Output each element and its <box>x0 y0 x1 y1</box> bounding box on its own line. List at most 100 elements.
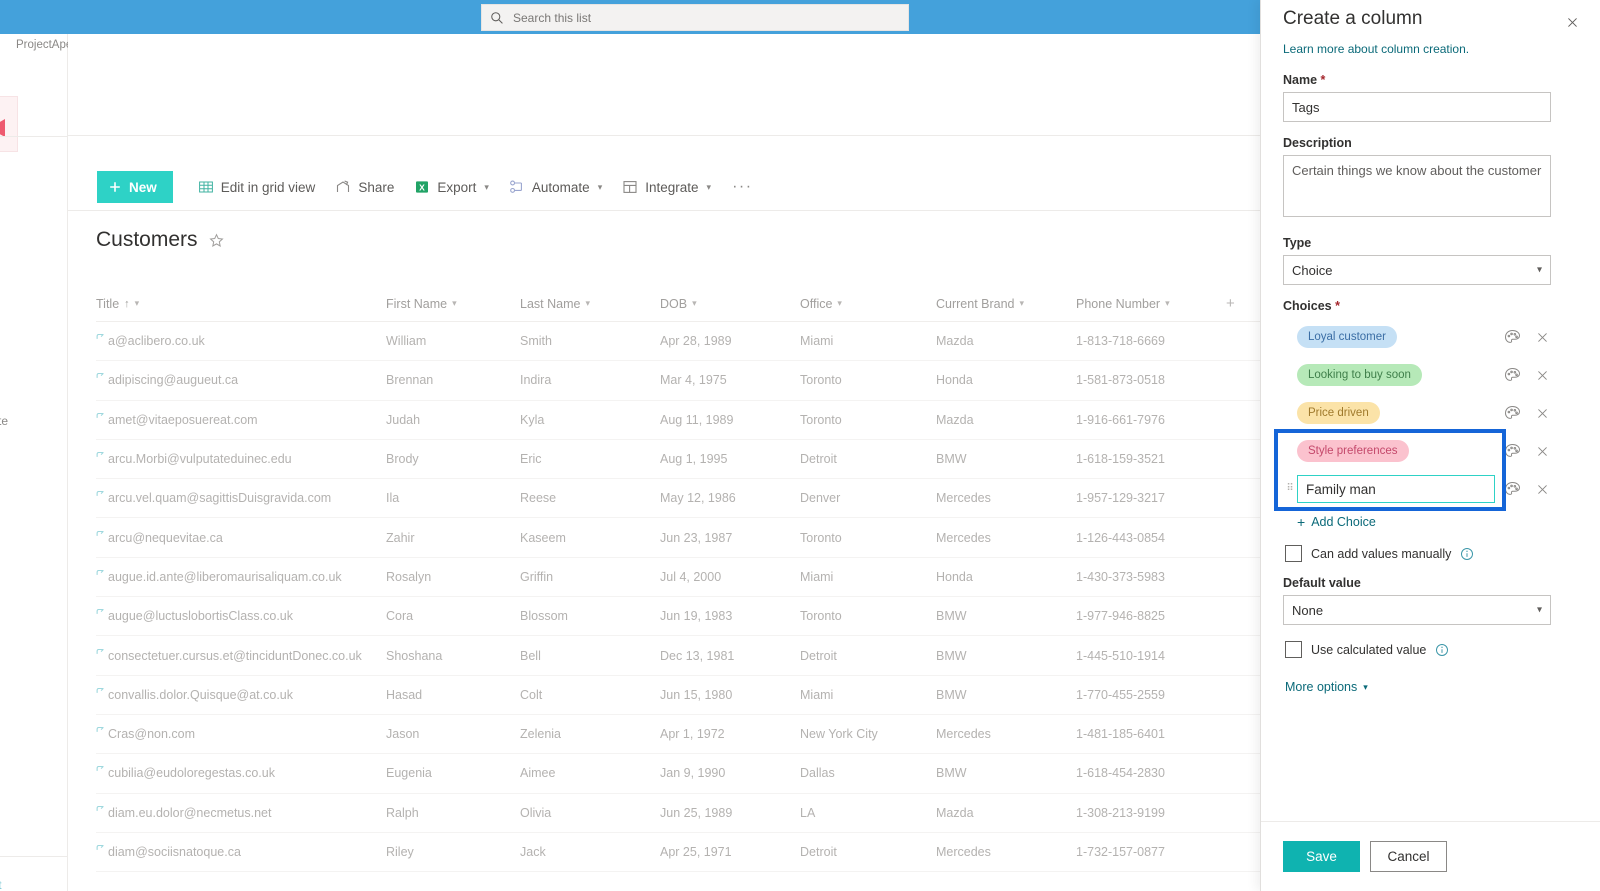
table-row[interactable]: arcu.vel.quam@sagittisDuisgravida.com Ila… <box>96 479 1276 519</box>
cell-dob: Jun 23, 1987 <box>660 530 733 545</box>
table-row[interactable]: a@aclibero.co.uk William Smith Apr 28, 1989… <box>96 322 1276 362</box>
choice-color-button[interactable] <box>1503 442 1521 460</box>
column-header-office[interactable]: Office ▾ <box>800 297 936 311</box>
choice-pill[interactable]: Price driven <box>1297 402 1380 424</box>
add-choice-button[interactable]: + Add Choice <box>1297 515 1551 529</box>
choice-color-button[interactable] <box>1503 404 1521 422</box>
choice-pill[interactable]: Loyal customer <box>1297 326 1397 348</box>
close-panel-button[interactable] <box>1558 8 1586 36</box>
cell-title[interactable]: adipiscing@augueut.ca <box>96 373 386 387</box>
choice-row[interactable]: ⠿Loyal customer <box>1283 318 1551 356</box>
choice-delete-button[interactable] <box>1533 404 1551 422</box>
choice-delete-button[interactable] <box>1533 366 1551 384</box>
cell-title[interactable]: a@aclibero.co.uk <box>96 334 386 348</box>
star-icon[interactable] <box>208 232 224 248</box>
choice-pill[interactable]: Style preferences <box>1297 440 1409 462</box>
cell-first-name: William <box>386 334 427 349</box>
choice-color-button[interactable] <box>1503 328 1521 346</box>
sidebar-item-template[interactable]: mplate <box>0 414 8 428</box>
info-icon[interactable] <box>1435 643 1449 657</box>
choice-pill[interactable]: Looking to buy soon <box>1297 364 1422 386</box>
column-header-first-name[interactable]: First Name ▾ <box>386 297 520 311</box>
choice-row[interactable]: ⠿ <box>1283 470 1551 508</box>
edit-in-grid-view-button[interactable]: Edit in grid view <box>189 170 325 204</box>
drag-handle-icon[interactable]: ⠿ <box>1283 484 1297 494</box>
cell-title[interactable]: augue@luctuslobortisClass.co.uk <box>96 609 386 623</box>
search-input[interactable] <box>511 9 900 26</box>
choice-row[interactable]: ⠿Looking to buy soon <box>1283 356 1551 394</box>
sidebar-item-clipped[interactable]: nt <box>0 880 2 891</box>
cell-title-text: consectetuer.cursus.et@tinciduntDonec.co… <box>108 648 362 663</box>
choice-color-button[interactable] <box>1503 366 1521 384</box>
cancel-button[interactable]: Cancel <box>1370 841 1447 872</box>
cell-first-name: Ila <box>386 491 400 506</box>
table-row[interactable]: diam@sociisnatoque.ca Riley Jack Apr 25, 19… <box>96 833 1276 873</box>
table-row[interactable]: Cras@non.com Jason Zelenia Apr 1, 1972 New Y… <box>96 715 1276 755</box>
cell-last-name: Bell <box>520 648 541 663</box>
column-header-current-brand[interactable]: Current Brand ▾ <box>936 297 1076 311</box>
description-textarea[interactable] <box>1283 155 1551 217</box>
cell-title[interactable]: arcu.vel.quam@sagittisDuisgravida.com <box>96 491 386 505</box>
cell-office: Miami <box>800 687 834 702</box>
cell-title[interactable]: arcu@nequevitae.ca <box>96 530 386 545</box>
table-row[interactable]: diam.eu.dolor@necmetus.net Ralph Olivia Jun… <box>96 794 1276 833</box>
cell-title[interactable]: cubilia@eudoloregestas.co.uk <box>96 766 386 780</box>
choice-delete-button[interactable] <box>1533 442 1551 460</box>
table-row[interactable]: augue.id.ante@liberomaurisaliquam.co.uk R… <box>96 558 1276 598</box>
table-row[interactable]: adipiscing@augueut.ca Brennan Indira Mar 4,… <box>96 361 1276 401</box>
cell-title[interactable]: Cras@non.com <box>96 727 386 741</box>
automate-icon <box>510 180 522 193</box>
cell-last-name: Colt <box>520 687 543 702</box>
search-icon <box>491 11 503 24</box>
cell-phone-number: 1-126-443-0854 <box>1076 530 1165 545</box>
cell-title[interactable]: diam.eu.dolor@necmetus.net <box>96 805 386 820</box>
search-box[interactable] <box>481 4 909 31</box>
choice-delete-button[interactable] <box>1533 480 1551 498</box>
choice-row[interactable]: ⠿Style preferences <box>1283 432 1551 470</box>
choice-color-button[interactable] <box>1503 480 1521 498</box>
column-header-title[interactable]: Title ↑ ▾ <box>96 297 386 311</box>
type-select[interactable]: Choice <box>1283 255 1551 285</box>
palette-icon <box>1504 405 1520 419</box>
table-row[interactable]: amet@vitaeposuereat.com Judah Kyla Aug 11, … <box>96 401 1276 440</box>
info-icon[interactable] <box>1460 547 1474 561</box>
cell-title[interactable]: consectetuer.cursus.et@tinciduntDonec.co… <box>96 648 386 663</box>
choice-row[interactable]: ⠿Price driven <box>1283 394 1551 432</box>
column-header-dob[interactable]: DOB ▾ <box>660 297 800 311</box>
table-row[interactable]: augue@luctuslobortisClass.co.uk Cora Bloss… <box>96 597 1276 637</box>
choice-delete-button[interactable] <box>1533 328 1551 346</box>
integrate-button[interactable]: Integrate ▾ <box>613 170 720 204</box>
share-button[interactable]: Share <box>326 170 403 204</box>
save-button[interactable]: Save <box>1283 841 1360 872</box>
panel-title: Create a column <box>1283 8 1423 29</box>
link-icon <box>96 334 104 340</box>
cell-title[interactable]: diam@sociisnatoque.ca <box>96 845 386 859</box>
table-row[interactable]: arcu.Morbi@vulputateduinec.edu Brody Eric A… <box>96 440 1276 480</box>
new-button[interactable]: New <box>97 171 173 203</box>
link-icon <box>96 805 104 811</box>
cell-title[interactable]: amet@vitaeposuereat.com <box>96 412 386 427</box>
cell-phone-number: 1-770-455-2559 <box>1076 687 1165 702</box>
column-header-phone-number[interactable]: Phone Number ▾ <box>1076 297 1226 311</box>
table-row[interactable]: arcu@nequevitae.ca Zahir Kaseem Jun 23, 198… <box>96 518 1276 558</box>
cell-title[interactable]: arcu.Morbi@vulputateduinec.edu <box>96 452 386 466</box>
name-input[interactable] <box>1283 92 1551 122</box>
cell-title[interactable]: convallis.dolor.Quisque@at.co.uk <box>96 687 386 702</box>
use-calculated-value-checkbox[interactable] <box>1285 641 1302 658</box>
table-row[interactable]: cubilia@eudoloregestas.co.uk Eugenia Aimee… <box>96 754 1276 794</box>
more-options-button[interactable]: More options ▾ <box>1285 680 1551 694</box>
learn-more-link[interactable]: Learn more about column creation. <box>1283 42 1551 56</box>
choice-input-active[interactable] <box>1297 475 1495 503</box>
default-value-select[interactable]: None <box>1283 595 1551 625</box>
cell-office: Detroit <box>800 648 837 663</box>
table-row[interactable]: consectetuer.cursus.et@tinciduntDonec.co… <box>96 636 1276 676</box>
table-row[interactable]: convallis.dolor.Quisque@at.co.uk Hasad Col… <box>96 676 1276 715</box>
cell-title[interactable]: augue.id.ante@liberomaurisaliquam.co.uk <box>96 569 386 584</box>
cell-office: Detroit <box>800 845 837 859</box>
integrate-icon <box>623 181 637 193</box>
column-header-last-name[interactable]: Last Name ▾ <box>520 297 660 311</box>
automate-button[interactable]: Automate ▾ <box>500 170 611 204</box>
export-button[interactable]: X Export ▾ <box>405 170 498 204</box>
more-commands-button[interactable]: ··· <box>722 170 762 204</box>
can-add-values-manually-checkbox[interactable] <box>1285 545 1302 562</box>
